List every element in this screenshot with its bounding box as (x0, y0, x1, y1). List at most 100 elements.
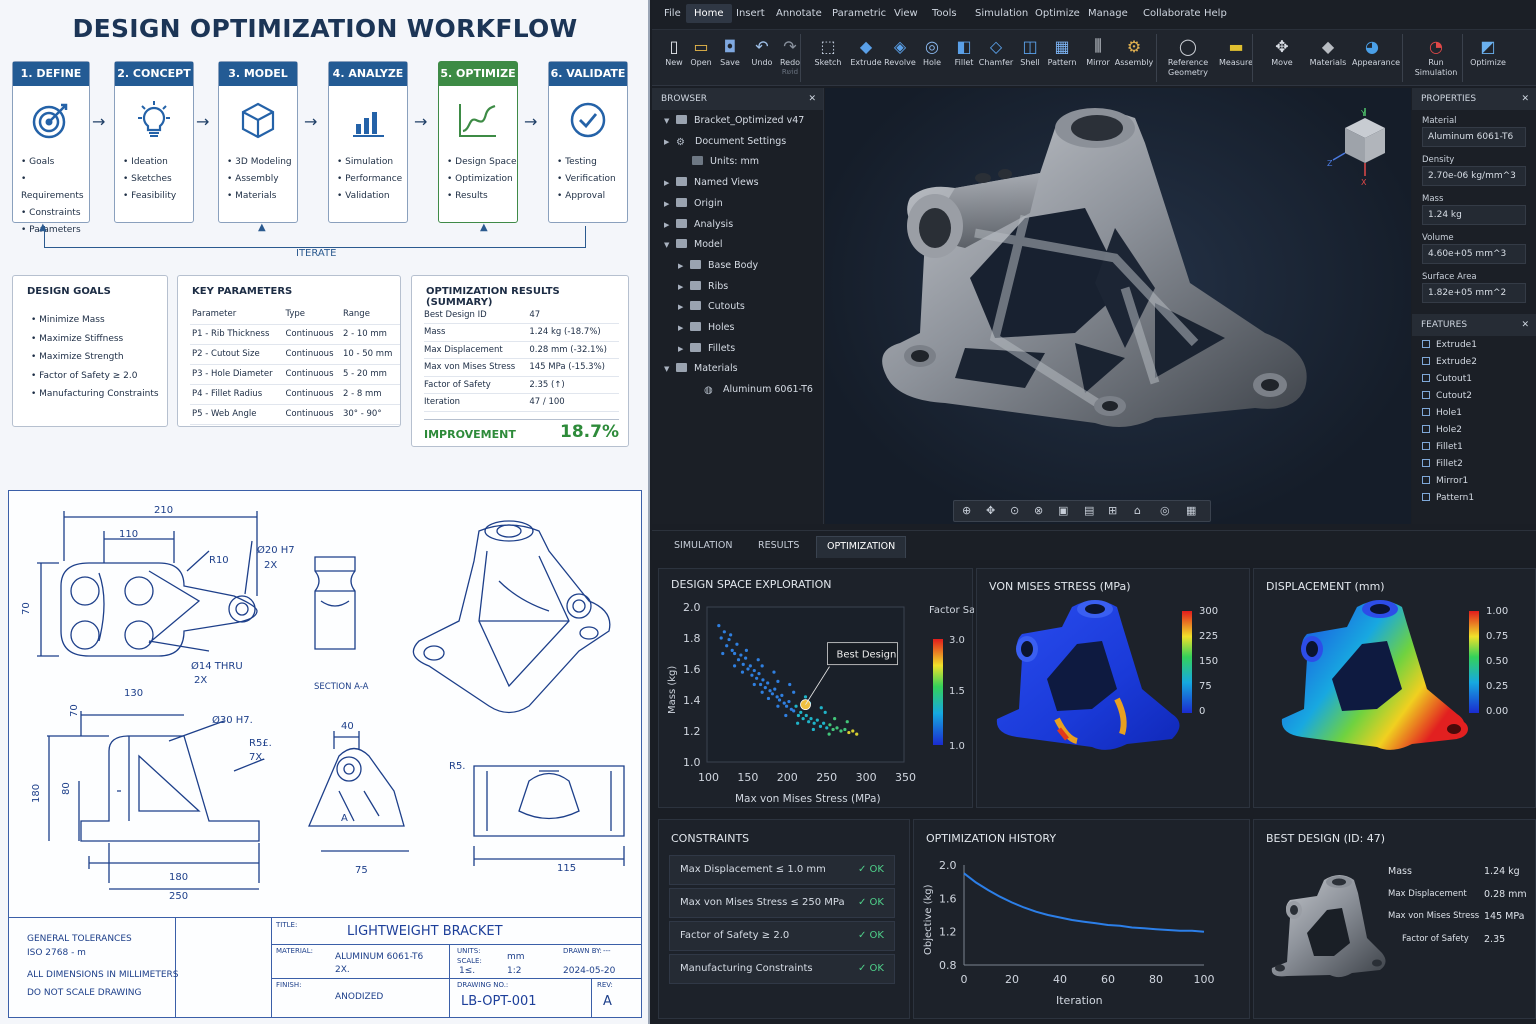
menu-home[interactable]: Home (686, 4, 732, 23)
fit-icon[interactable]: ⊗ (1034, 504, 1043, 517)
tree-item[interactable]: Units: mm (680, 156, 759, 167)
display-style-icon[interactable]: ▤ (1084, 504, 1094, 517)
tool-appearance[interactable]: ◕ Appearance (1352, 34, 1400, 68)
feature-item[interactable]: Cutout1 (1422, 374, 1472, 384)
caret-right-icon[interactable]: ▶ (678, 324, 690, 332)
tool-reference-geometry[interactable]: ◯ Reference Geometry (1162, 34, 1214, 78)
property-value[interactable]: 1.24 kg (1422, 205, 1526, 225)
settings-icon[interactable]: ▦ (1186, 504, 1196, 517)
tree-item[interactable]: ▶ Fillets (678, 342, 735, 354)
tool-sketch[interactable]: ⬚ Sketch (808, 34, 848, 68)
feature-item[interactable]: Fillet2 (1422, 459, 1463, 469)
camera-icon[interactable]: ⌂ (1134, 504, 1141, 517)
tolerance-text: GENERAL TOLERANCES (27, 934, 132, 944)
tree-item[interactable]: ▶ Cutouts (678, 301, 745, 312)
caret-right-icon[interactable]: ▶ (678, 283, 690, 291)
menu-help[interactable]: Help (1204, 8, 1227, 19)
close-icon[interactable]: ✕ (808, 88, 816, 110)
environment-icon[interactable]: ◎ (1160, 504, 1170, 517)
caret-right-icon[interactable]: ▶ (664, 138, 676, 146)
metric-label: Max Displacement (1388, 888, 1467, 899)
list-item: Validation (337, 188, 407, 205)
table-row: Best Design ID 47 (424, 306, 619, 324)
colorbar-tick: 0 (1199, 706, 1206, 717)
tree-item[interactable]: ▼ Materials (664, 363, 738, 374)
feature-item[interactable]: Extrude2 (1422, 357, 1477, 367)
tab-simulation[interactable]: SIMULATION (674, 540, 732, 551)
property-value[interactable]: 2.70e-06 kg/mm^3 (1422, 166, 1526, 186)
property-value[interactable]: 1.82e+05 mm^2 (1422, 283, 1526, 303)
list-item: Ideation (123, 154, 193, 171)
tool-pattern[interactable]: ▦ Pattern (1042, 34, 1082, 68)
tool-optimize[interactable]: ◩ Optimize (1468, 34, 1508, 68)
tab-results[interactable]: RESULTS (758, 540, 799, 551)
tool-materials[interactable]: ◆ Materials (1308, 34, 1348, 68)
menu-manage[interactable]: Manage (1088, 8, 1128, 19)
tree-item[interactable]: ▶ ⚙ Document Settings (664, 136, 786, 148)
menu-annotate[interactable]: Annotate (776, 8, 822, 19)
tree-item[interactable]: ▶ Holes (678, 322, 734, 333)
zoom-icon[interactable]: ⊙ (1010, 504, 1019, 517)
tool-redo[interactable]: ↷ Redo Rשid (770, 34, 810, 77)
orbit-icon[interactable]: ⊕ (962, 504, 971, 517)
menu-file[interactable]: File (664, 8, 681, 19)
property-value[interactable]: Aluminum 6061-T6 (1422, 127, 1526, 147)
tree-item[interactable]: ▼ Model (664, 239, 723, 250)
caret-right-icon[interactable]: ▶ (678, 345, 690, 353)
property-label: Mass (1422, 194, 1444, 204)
run-simulation-icon: ◔ (1429, 36, 1443, 56)
caret-right-icon[interactable]: ▶ (664, 221, 676, 229)
caret-down-icon[interactable]: ▼ (664, 365, 676, 373)
feature-item[interactable]: Hole1 (1422, 408, 1462, 418)
look-at-icon[interactable]: ▣ (1058, 504, 1068, 517)
x-tick-label: 100 (698, 771, 719, 784)
menu-insert[interactable]: Insert (736, 8, 765, 19)
dim-label: 2X (264, 560, 277, 571)
tree-item[interactable]: ▼ Bracket_Optimized v47 (664, 115, 804, 126)
view-cube[interactable]: Y X Z (1325, 108, 1395, 188)
tree-item[interactable]: ▶ Origin (664, 197, 723, 209)
best-design-point[interactable] (800, 699, 811, 711)
cell: Factor of Safety (424, 376, 530, 394)
menu-tools[interactable]: Tools (932, 8, 957, 19)
tree-item[interactable]: ▶ Analysis (664, 218, 733, 230)
caret-right-icon[interactable]: ▶ (664, 179, 676, 187)
close-icon[interactable]: ✕ (1521, 88, 1529, 110)
menu-optimize[interactable]: Optimize (1035, 8, 1080, 19)
tool-sublabel: Rשid (781, 68, 799, 76)
tool-run-simulation[interactable]: ◔ Run Simulation (1410, 34, 1462, 78)
caret-right-icon[interactable]: ▶ (664, 200, 676, 208)
pan-icon[interactable]: ✥ (986, 504, 995, 517)
tool-mirror[interactable]: ⫼ Mirror (1078, 34, 1118, 68)
menu-simulation[interactable]: Simulation (975, 8, 1028, 19)
feature-item[interactable]: Mirror1 (1422, 476, 1468, 486)
tree-item[interactable]: ▶ Base Body (678, 259, 758, 271)
tree-item[interactable]: ▶ Ribs (678, 280, 728, 292)
tree-item[interactable]: ◍ Aluminum 6061-T6 (692, 384, 813, 396)
caret-down-icon[interactable]: ▼ (664, 117, 676, 125)
tree-item[interactable]: ▶ Named Views (664, 177, 759, 188)
tool-move[interactable]: ✥ Move (1262, 34, 1302, 68)
feature-item[interactable]: Pattern1 (1422, 493, 1474, 503)
assembly-icon: ⚙ (1126, 36, 1142, 56)
scatter-point (827, 732, 831, 736)
close-icon[interactable]: ✕ (1521, 314, 1529, 336)
menu-collaborate[interactable]: Collaborate (1143, 8, 1201, 19)
property-value[interactable]: 4.60e+05 mm^3 (1422, 244, 1526, 264)
scatter-point (784, 704, 789, 708)
feature-item[interactable]: Hole2 (1422, 425, 1462, 435)
feature-item[interactable]: Cutout2 (1422, 391, 1472, 401)
tab-optimization[interactable]: OPTIMIZATION (816, 536, 907, 558)
feature-item[interactable]: Fillet1 (1422, 442, 1463, 452)
tool-measure[interactable]: ▬ Measure (1216, 34, 1256, 68)
caret-right-icon[interactable]: ▶ (678, 262, 690, 270)
menu-parametric[interactable]: Parametric (832, 8, 886, 19)
caret-down-icon[interactable]: ▼ (664, 241, 676, 249)
section-view-icon[interactable]: ⊞ (1108, 504, 1117, 517)
feature-item[interactable]: Extrude1 (1422, 340, 1477, 350)
menu-view[interactable]: View (894, 8, 918, 19)
caret-right-icon[interactable]: ▶ (678, 303, 690, 311)
scatter-point (719, 636, 723, 640)
tool-assembly[interactable]: ⚙ Assembly (1114, 34, 1154, 68)
3d-viewport[interactable]: Y X Z ⊕ ✥ ⊙ ⊗ ▣ ▤ ⊞ ⌂ ◎ ▦ (825, 88, 1411, 524)
